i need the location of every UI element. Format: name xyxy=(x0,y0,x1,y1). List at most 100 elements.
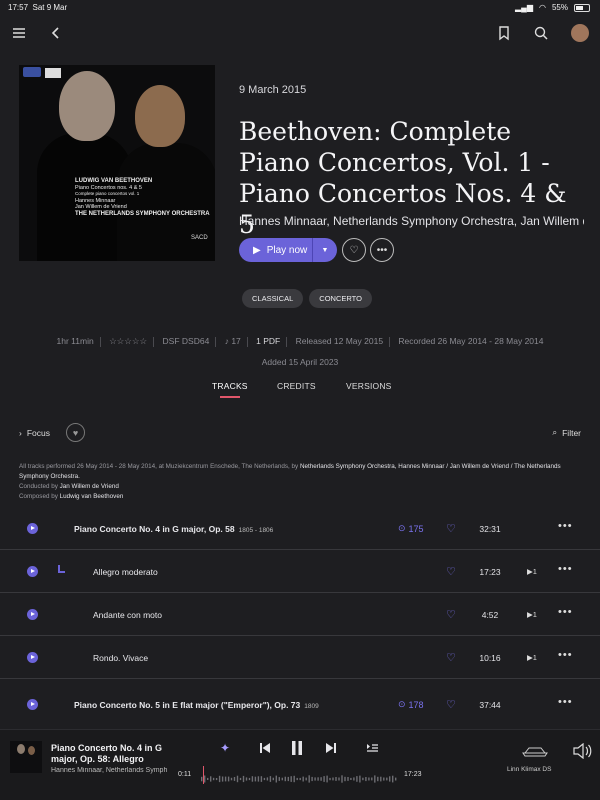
sparkle-icon[interactable]: ✦ xyxy=(220,741,230,755)
play-now-button[interactable]: ▶ Play now ▼ xyxy=(239,238,337,262)
more-icon[interactable]: ••• xyxy=(558,696,573,708)
now-playing-artwork[interactable] xyxy=(10,741,42,773)
track-duration: 10:16 xyxy=(479,653,501,663)
meta-format: DSF DSD64 xyxy=(162,336,210,346)
composer-link[interactable]: Ludwig van Beethoven xyxy=(60,493,124,500)
album-cover: LUDWIG VAN BEETHOVEN Piano Concertos nos… xyxy=(19,65,215,261)
hi-res-badge xyxy=(45,68,61,78)
play-track-icon[interactable] xyxy=(27,609,38,620)
wifi-icon: ◠ xyxy=(539,3,546,12)
track-cue-badge: ▶1 xyxy=(527,567,537,576)
play-track-icon[interactable] xyxy=(27,523,38,534)
meta-released: Released 12 May 2015 xyxy=(295,336,384,346)
more-icon: ••• xyxy=(376,244,388,256)
volume-icon[interactable] xyxy=(572,743,592,759)
pause-icon[interactable] xyxy=(290,740,304,756)
search-icon[interactable] xyxy=(532,24,550,42)
streamer-device-icon[interactable] xyxy=(521,744,549,758)
heart-icon: ♥ xyxy=(72,427,79,438)
favorites-filter-button[interactable]: ♥ xyxy=(66,423,85,442)
now-playing-title[interactable]: Piano Concerto No. 4 in G major, Op. 58:… xyxy=(51,743,166,765)
filter-button[interactable]: ⌕ Filter xyxy=(552,427,581,438)
more-icon[interactable]: ••• xyxy=(558,606,573,618)
conductor-link[interactable]: Jan Willem de Vriend xyxy=(60,483,119,490)
track-name: Piano Concerto No. 5 in E flat major ("E… xyxy=(74,700,319,710)
track-name: Piano Concerto No. 4 in G major, Op. 58 1… xyxy=(74,524,274,534)
track-cue-badge: ▶1 xyxy=(527,653,537,662)
heart-icon[interactable]: ♡ xyxy=(446,522,456,535)
now-playing-bar: Piano Concerto No. 4 in G major, Op. 58:… xyxy=(0,729,600,800)
play-icon: ▶ xyxy=(253,244,261,256)
heart-icon[interactable]: ♡ xyxy=(446,608,456,621)
avatar[interactable] xyxy=(571,24,589,42)
output-device-name[interactable]: Linn Klimax DS xyxy=(507,766,551,773)
battery-percent: 55% xyxy=(551,3,568,12)
track-row[interactable]: Rondo. Vivace ♡ 10:16 ▶1 ••• xyxy=(0,637,600,679)
track-duration: 17:23 xyxy=(479,567,501,577)
track-play-count[interactable]: ⊙ 175 xyxy=(398,523,424,534)
track-cue-badge: ▶1 xyxy=(527,610,537,619)
tab-active-indicator xyxy=(220,396,240,398)
elapsed-time: 0:11 xyxy=(178,771,192,778)
top-bar xyxy=(0,20,600,46)
tab-credits[interactable]: CREDITS xyxy=(277,381,316,391)
movement-connector-icon xyxy=(58,565,65,573)
cover-text: LUDWIG VAN BEETHOVEN Piano Concertos nos… xyxy=(75,178,210,217)
tag-classical[interactable]: CLASSICAL xyxy=(242,289,304,308)
menu-icon[interactable] xyxy=(10,24,28,42)
track-name: Andante con moto xyxy=(93,610,162,620)
signal-icon: ▂▄▆ xyxy=(515,3,533,12)
play-count-icon: ⊙ xyxy=(398,699,406,709)
label-logo xyxy=(23,67,41,77)
play-track-icon[interactable] xyxy=(27,699,38,710)
status-bar: 17:57 Sat 9 Mar ▂▄▆ ◠ 55% xyxy=(0,0,600,14)
back-icon[interactable] xyxy=(47,24,65,42)
more-icon[interactable]: ••• xyxy=(558,563,573,575)
tag-concerto[interactable]: CONCERTO xyxy=(309,289,372,308)
favorite-button[interactable]: ♡ xyxy=(342,238,366,262)
play-track-icon[interactable] xyxy=(27,652,38,663)
meta-duration: 1hr 11min xyxy=(56,336,94,346)
more-icon[interactable]: ••• xyxy=(558,649,573,661)
waveform-seek-bar[interactable] xyxy=(201,766,398,784)
battery-icon xyxy=(574,3,590,12)
focus-button[interactable]: › Focus xyxy=(19,428,50,438)
album-artists[interactable]: Hannes Minnaar, Netherlands Symphony Orc… xyxy=(239,214,584,228)
track-play-count[interactable]: ⊙ 178 xyxy=(398,699,424,710)
next-track-icon[interactable] xyxy=(325,742,337,754)
track-row[interactable]: Piano Concerto No. 5 in E flat major ("E… xyxy=(0,684,600,726)
now-playing-artist: Hannes Minnaar, Netherlands Symphony Orc… xyxy=(51,767,167,774)
tab-versions[interactable]: VERSIONS xyxy=(346,381,392,391)
meta-rating[interactable]: ☆☆☆☆☆ xyxy=(103,336,153,347)
search-icon: ⌕ xyxy=(552,427,558,437)
genre-tags: CLASSICAL CONCERTO xyxy=(242,289,372,308)
heart-icon[interactable]: ♡ xyxy=(446,651,456,664)
heart-icon[interactable]: ♡ xyxy=(446,698,456,711)
sacd-logo: SACD xyxy=(191,235,208,241)
play-count-icon: ⊙ xyxy=(398,523,406,533)
track-duration: 4:52 xyxy=(481,610,499,620)
status-indicators: ▂▄▆ ◠ 55% xyxy=(515,3,590,12)
track-name: Rondo. Vivace xyxy=(93,653,149,663)
track-row[interactable]: Piano Concerto No. 4 in G major, Op. 58 1… xyxy=(0,508,600,550)
tab-tracks[interactable]: TRACKS xyxy=(212,381,248,398)
meta-recorded: Recorded 26 May 2014 - 28 May 2014 xyxy=(398,336,544,346)
meta-added: Added 15 April 2023 xyxy=(261,357,339,367)
more-options-button[interactable]: ••• xyxy=(370,238,394,262)
track-row[interactable]: Andante con moto ♡ 4:52 ▶1 ••• xyxy=(0,594,600,636)
play-options-dropdown[interactable]: ▼ xyxy=(313,247,337,254)
queue-icon[interactable] xyxy=(366,743,379,754)
playhead[interactable] xyxy=(203,766,205,784)
track-name: Allegro moderato xyxy=(93,567,158,577)
more-icon[interactable]: ••• xyxy=(558,520,573,532)
bookmark-icon[interactable] xyxy=(495,24,513,42)
play-track-icon[interactable] xyxy=(27,566,38,577)
track-row[interactable]: Allegro moderato ♡ 17:23 ▶1 ••• xyxy=(0,551,600,593)
album-meta: 1hr 11min ☆☆☆☆☆ DSF DSD64 ♪ 17 1 PDF Rel… xyxy=(0,336,600,347)
track-count-icon: ♪ xyxy=(224,336,229,346)
total-time: 17:23 xyxy=(404,771,422,778)
previous-track-icon[interactable] xyxy=(259,742,271,754)
release-date: 9 March 2015 xyxy=(239,84,307,96)
meta-pdf[interactable]: 1 PDF xyxy=(250,336,286,346)
heart-icon[interactable]: ♡ xyxy=(446,565,456,578)
